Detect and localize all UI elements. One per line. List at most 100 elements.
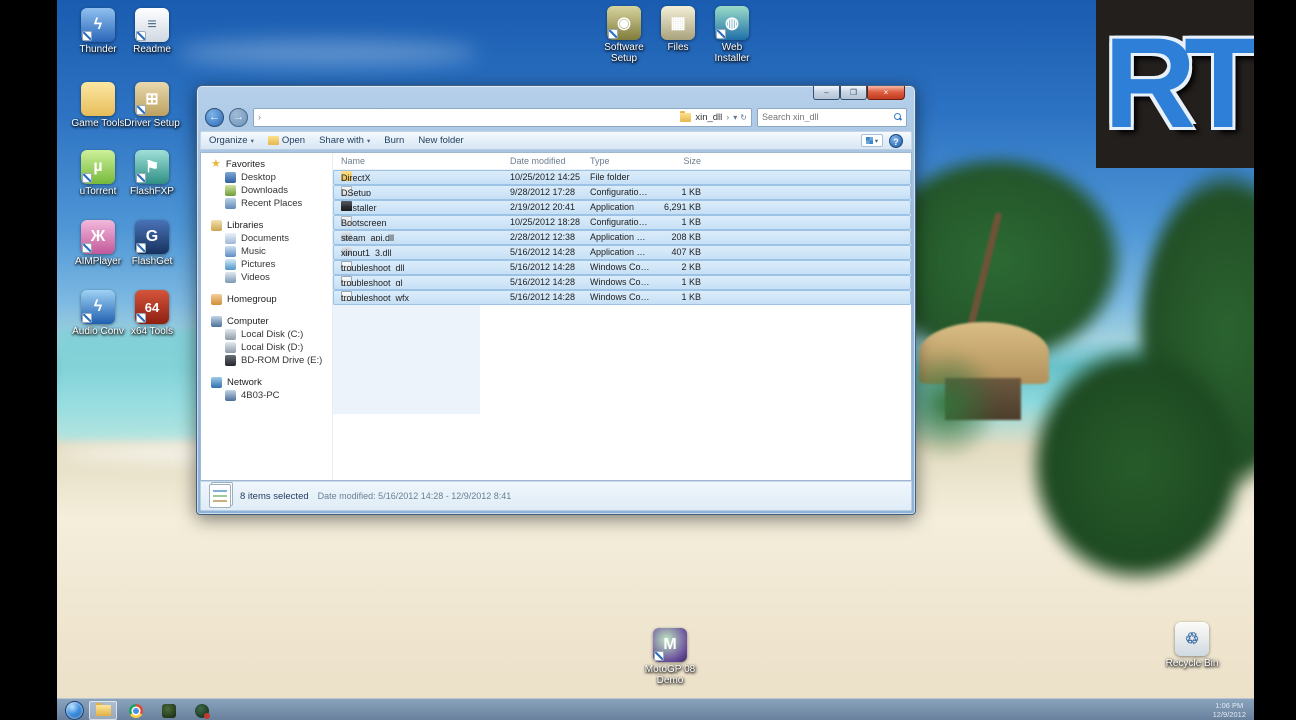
desktop-icon-label: Web Installer bbox=[714, 42, 750, 64]
sidebar-item-bd-rom[interactable]: BD-ROM Drive (E:) bbox=[201, 354, 332, 367]
desktop-icon-audio-conv[interactable]: ϟ Audio Conv bbox=[70, 290, 126, 337]
burn-button[interactable]: Burn bbox=[384, 135, 404, 146]
sidebar-group-homegroup[interactable]: Homegroup bbox=[201, 293, 332, 306]
file-type: Configuration sett... bbox=[590, 217, 650, 227]
file-name: troubleshoot_dll bbox=[341, 263, 405, 271]
forward-button[interactable]: → bbox=[229, 107, 248, 127]
breadcrumb-folder[interactable]: xin_dll bbox=[695, 112, 722, 123]
search-icon[interactable] bbox=[894, 113, 902, 121]
share-with-button[interactable]: Share with ▾ bbox=[319, 135, 370, 146]
rt-watermark-text: RT bbox=[1103, 12, 1258, 155]
window-content: ★ Favorites Desktop Downloads Recent Pla… bbox=[200, 152, 912, 481]
file-row[interactable]: DirectX 10/25/2012 14:25 File folder bbox=[333, 170, 911, 185]
file-row[interactable]: xinstaller 2/19/2012 20:41 Application 6… bbox=[333, 200, 911, 215]
sidebar-group-network[interactable]: Network bbox=[201, 376, 332, 389]
desktop-icon-recycle-bin[interactable]: ♲ Recycle Bin bbox=[1164, 622, 1220, 669]
address-bar[interactable]: › xin_dll › ▾ ↻ bbox=[253, 107, 752, 127]
sidebar-group-libraries[interactable]: Libraries bbox=[201, 219, 332, 232]
file-row[interactable]: Bootscreen 10/25/2012 18:28 Configuratio… bbox=[333, 215, 911, 230]
column-header-date[interactable]: Date modified bbox=[510, 156, 586, 166]
desktop-icon-driver-setup[interactable]: ⊞ Driver Setup bbox=[124, 82, 180, 129]
change-view-button[interactable]: ▾ bbox=[861, 134, 883, 147]
sidebar-item-recent-places[interactable]: Recent Places bbox=[201, 197, 332, 210]
taskbar-clock[interactable]: 1:06 PM 12/9/2012 bbox=[1213, 701, 1246, 719]
column-header-name[interactable]: Name bbox=[341, 156, 501, 166]
sidebar-item-label: Desktop bbox=[241, 172, 276, 183]
file-row[interactable]: xinput1_3.dll 5/16/2012 14:28 Applicatio… bbox=[333, 245, 911, 260]
minimize-button[interactable]: – bbox=[813, 86, 840, 100]
sidebar-item-downloads[interactable]: Downloads bbox=[201, 184, 332, 197]
sidebar-group-favorites[interactable]: ★ Favorites bbox=[201, 158, 332, 171]
desktop-icon-aimplayer[interactable]: Ж AIMPlayer bbox=[70, 220, 126, 267]
desktop-icon-files[interactable]: ▦ Files bbox=[650, 6, 706, 53]
sidebar-item-label: Downloads bbox=[241, 185, 288, 196]
file-date: 5/16/2012 14:28 bbox=[510, 292, 576, 302]
burn-label: Burn bbox=[384, 135, 405, 146]
file-name: xinstaller bbox=[341, 203, 377, 211]
start-button[interactable] bbox=[65, 701, 84, 720]
address-dropdown-button[interactable]: ▾ bbox=[733, 113, 737, 122]
refresh-button[interactable]: ↻ bbox=[740, 113, 747, 122]
desktop-icon-x64-tools[interactable]: 64 x64 Tools bbox=[124, 290, 180, 337]
desktop-icon-motogp[interactable]: M MotoGP 08 Demo bbox=[642, 628, 698, 686]
sidebar-item-desktop[interactable]: Desktop bbox=[201, 171, 332, 184]
file-size: 2 KB bbox=[681, 262, 701, 272]
file-row[interactable]: DSetup 9/28/2012 17:28 Configuration set… bbox=[333, 185, 911, 200]
sidebar-item-documents[interactable]: Documents bbox=[201, 232, 332, 245]
recent-places-icon bbox=[225, 198, 236, 209]
taskbar-app-button[interactable] bbox=[188, 701, 216, 720]
desktop-icon-utorrent[interactable]: µ uTorrent bbox=[70, 150, 126, 197]
sidebar-group-computer[interactable]: Computer bbox=[201, 315, 332, 328]
file-name: xinput1_3.dll bbox=[341, 248, 392, 256]
search-input[interactable] bbox=[762, 112, 891, 122]
x64-icon: 64 bbox=[135, 290, 169, 324]
file-row[interactable]: troubleshoot_gl 5/16/2012 14:28 Windows … bbox=[333, 275, 911, 290]
desktop-icon-flashget[interactable]: G FlashGet bbox=[124, 220, 180, 267]
desktop-icon-label: FlashFXP bbox=[130, 186, 174, 197]
new-folder-button[interactable]: New folder bbox=[418, 135, 463, 146]
sidebar-item-network-pc[interactable]: 4B03-PC bbox=[201, 389, 332, 402]
file-row[interactable]: troubleshoot_wfx 5/16/2012 14:28 Windows… bbox=[333, 290, 911, 305]
taskbar-app-button[interactable] bbox=[155, 701, 183, 720]
homegroup-icon bbox=[211, 294, 222, 305]
file-row[interactable]: steam_api.dll 2/28/2012 12:38 Applicatio… bbox=[333, 230, 911, 245]
file-size: 6,291 KB bbox=[663, 202, 701, 212]
new-folder-label: New folder bbox=[418, 135, 464, 146]
file-type: Application bbox=[590, 202, 635, 212]
taskbar-explorer-button[interactable] bbox=[89, 701, 117, 720]
open-button[interactable]: Open bbox=[267, 135, 306, 146]
maximize-button[interactable]: ❒ bbox=[840, 86, 867, 100]
back-button[interactable]: ← bbox=[205, 107, 224, 127]
file-row[interactable]: troubleshoot_dll 5/16/2012 14:28 Windows… bbox=[333, 260, 911, 275]
desktop-icon-game-tools[interactable]: Game Tools bbox=[70, 82, 126, 129]
sidebar-item-videos[interactable]: Videos bbox=[201, 271, 332, 284]
sidebar-item-local-disk-c[interactable]: Local Disk (C:) bbox=[201, 328, 332, 341]
sidebar-item-pictures[interactable]: Pictures bbox=[201, 258, 332, 271]
network-icon bbox=[211, 377, 222, 388]
organize-button[interactable]: Organize ▾ bbox=[209, 135, 254, 146]
taskbar-chrome-button[interactable] bbox=[122, 701, 150, 720]
multi-selection-icon bbox=[209, 484, 231, 508]
sidebar-item-label: BD-ROM Drive (E:) bbox=[241, 355, 323, 366]
sidebar-item-label: Videos bbox=[241, 272, 270, 283]
sidebar-item-local-disk-d[interactable]: Local Disk (D:) bbox=[201, 341, 332, 354]
help-button[interactable]: ? bbox=[889, 133, 903, 148]
desktop-icon-flashfxp[interactable]: ⚑ FlashFXP bbox=[124, 150, 180, 197]
desktop-icon-readme[interactable]: ≡ Readme bbox=[124, 8, 180, 55]
desktop-icon-software-setup[interactable]: ◉ Software Setup bbox=[596, 6, 652, 64]
desktop-icon-thunder[interactable]: ϟ Thunder bbox=[70, 8, 126, 55]
column-header-type[interactable]: Type bbox=[590, 156, 650, 166]
desktop-icon-web-installer[interactable]: ◍ Web Installer bbox=[704, 6, 760, 64]
breadcrumb-chevron[interactable]: › bbox=[726, 112, 729, 122]
explorer-window: – ❒ × ← → › xin_dll › ▾ ↻ Search xin_dll… bbox=[196, 85, 916, 515]
sidebar-group-label: Computer bbox=[227, 316, 269, 327]
close-button[interactable]: × bbox=[867, 86, 905, 100]
column-header-size[interactable]: Size bbox=[649, 156, 701, 166]
selection-count: 8 items selected bbox=[240, 490, 309, 502]
cloud-shape bbox=[177, 40, 477, 66]
column-headers: Name Date modified Type Size bbox=[333, 153, 911, 170]
sidebar-item-music[interactable]: Music bbox=[201, 245, 332, 258]
command-bar: Organize ▾ Open Share with ▾ Burn New fo… bbox=[200, 131, 912, 150]
file-size: 1 KB bbox=[681, 292, 701, 302]
open-label: Open bbox=[281, 135, 306, 146]
